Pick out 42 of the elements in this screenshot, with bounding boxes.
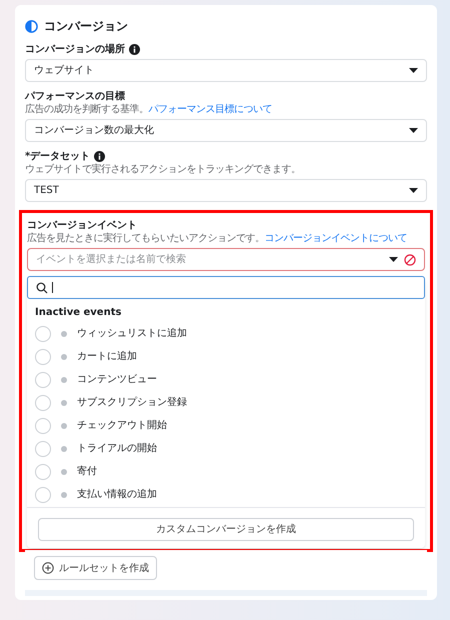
select-field[interactable]: ウェブサイト bbox=[25, 59, 427, 82]
field-label: *データセット bbox=[25, 150, 90, 163]
hint-text: ウェブサイトで実行されるアクションをトラッキングできます。 bbox=[25, 163, 302, 176]
radio-button[interactable] bbox=[35, 486, 51, 502]
section-title: コンバージョン bbox=[44, 18, 128, 35]
create-custom-conversion-button[interactable]: カスタムコンバージョンを作成 bbox=[38, 518, 414, 541]
select-field[interactable]: TEST bbox=[25, 179, 427, 202]
event-option[interactable]: チェックアウト開始 bbox=[27, 414, 425, 437]
radio-button[interactable] bbox=[35, 464, 51, 480]
search-input[interactable] bbox=[27, 276, 425, 299]
search-icon bbox=[36, 282, 48, 294]
event-option[interactable]: トライアルの開始 bbox=[27, 437, 425, 460]
field-label: コンバージョンの場所 bbox=[25, 43, 125, 56]
field-label: パフォーマンスの目標 bbox=[25, 90, 125, 103]
event-option[interactable]: 寄付 bbox=[27, 460, 425, 483]
radio-button[interactable] bbox=[35, 372, 51, 388]
caret-icon bbox=[389, 257, 398, 262]
group-heading: Inactive events bbox=[34, 306, 122, 320]
radio-button[interactable] bbox=[35, 348, 51, 364]
hint-text: 広告の成功を判断する基準。パフォーマンス目標について bbox=[25, 103, 273, 116]
radio-button[interactable] bbox=[35, 394, 51, 410]
event-option[interactable]: コンテンツビュー bbox=[27, 368, 425, 391]
plus-circle-icon bbox=[42, 562, 54, 574]
event-option[interactable]: ウィッシュリストに追加 bbox=[27, 322, 425, 345]
create-ruleset-button[interactable]: ルールセットを作成 bbox=[34, 556, 157, 580]
event-option[interactable]: サブスクリプション登録 bbox=[27, 391, 425, 414]
field-label: コンバージョンイベント bbox=[27, 219, 138, 232]
half-circle-icon bbox=[25, 20, 38, 32]
error-icon bbox=[404, 254, 416, 266]
select-field[interactable]: コンバージョン数の最大化 bbox=[25, 119, 427, 142]
event-option[interactable]: 支払い情報の追加 bbox=[27, 483, 425, 506]
help-link[interactable]: コンバージョンイベントについて bbox=[264, 233, 407, 244]
caret-icon bbox=[409, 188, 418, 193]
radio-button[interactable] bbox=[35, 326, 51, 342]
text-cursor bbox=[52, 282, 53, 293]
hint-text: 広告を見たときに実行してもらいたいアクションです。コンバージョンイベントについて bbox=[27, 232, 408, 245]
help-link[interactable]: パフォーマンス目標について bbox=[148, 104, 272, 115]
radio-button[interactable] bbox=[35, 440, 51, 456]
caret-icon bbox=[409, 68, 418, 73]
caret-icon bbox=[409, 128, 418, 133]
event-option[interactable]: カートに追加 bbox=[27, 345, 425, 368]
radio-button[interactable] bbox=[35, 418, 51, 434]
